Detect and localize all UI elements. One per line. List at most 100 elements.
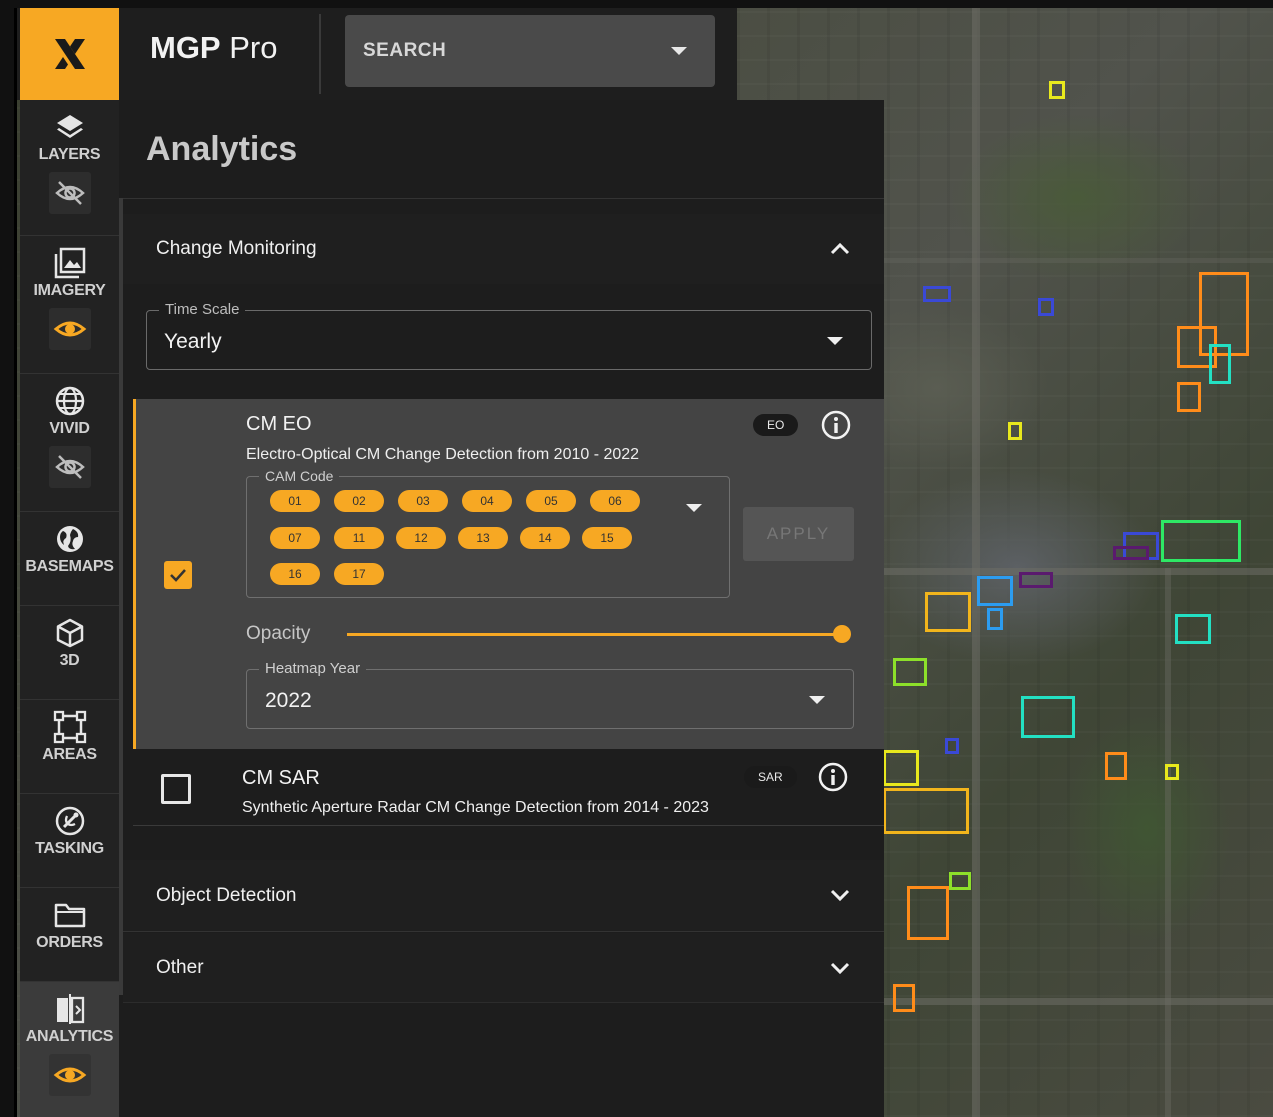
time-scale-select[interactable]: Time Scale Yearly xyxy=(146,301,872,370)
cam-chip[interactable]: 16 xyxy=(270,563,320,585)
cam-chip[interactable]: 15 xyxy=(582,527,632,549)
opacity-slider-handle[interactable] xyxy=(833,625,851,643)
analytics-panel: Analytics Change Monitoring Time Scale Y… xyxy=(119,100,884,1117)
divider xyxy=(119,198,884,199)
detection-box[interactable] xyxy=(1049,81,1065,99)
nav-label: LAYERS xyxy=(38,146,101,163)
cam-chip[interactable]: 17 xyxy=(334,563,384,585)
cm-eo-title: CM EO xyxy=(246,413,312,435)
cam-chip[interactable]: 02 xyxy=(334,490,384,512)
chevron-up-icon xyxy=(830,240,850,262)
sar-badge: SAR xyxy=(744,766,797,788)
detection-box[interactable] xyxy=(893,984,915,1012)
change-monitoring-header[interactable]: Change Monitoring xyxy=(123,214,884,284)
eye-icon[interactable] xyxy=(48,308,91,350)
nav-orders[interactable]: ORDERS xyxy=(20,888,119,982)
nav-analytics[interactable]: ANALYTICS xyxy=(20,982,119,1117)
page-title: Analytics xyxy=(146,130,298,168)
detection-box[interactable] xyxy=(987,608,1003,630)
cam-chip[interactable]: 13 xyxy=(458,527,508,549)
nav-label: VIVID xyxy=(49,420,90,437)
detection-box[interactable] xyxy=(923,286,951,302)
cam-chip[interactable]: 12 xyxy=(396,527,446,549)
nav-basemaps[interactable]: BASEMAPS xyxy=(20,512,119,606)
cam-chip[interactable]: 04 xyxy=(462,490,512,512)
chevron-down-icon xyxy=(671,47,687,55)
detection-box[interactable] xyxy=(1021,696,1075,738)
cam-chip[interactable]: 11 xyxy=(334,527,384,549)
detection-box[interactable] xyxy=(1175,614,1211,644)
nav-label: AREAS xyxy=(42,746,97,763)
detection-box[interactable] xyxy=(1161,520,1241,562)
detection-box[interactable] xyxy=(945,738,959,754)
cam-chip[interactable]: 06 xyxy=(590,490,640,512)
x-logo-icon[interactable] xyxy=(20,8,119,100)
search-label: SEARCH xyxy=(363,40,447,61)
imagery-icon xyxy=(53,246,87,280)
cm-sar-title: CM SAR xyxy=(242,767,320,789)
chevron-down-icon xyxy=(827,337,843,345)
detection-box[interactable] xyxy=(1019,572,1053,588)
nav-areas[interactable]: AREAS xyxy=(20,700,119,794)
nav-3d[interactable]: 3D xyxy=(20,606,119,700)
detection-box[interactable] xyxy=(1105,752,1127,780)
cam-code-label: CAM Code xyxy=(259,468,340,484)
cam-code-select[interactable]: CAM Code 01 02 03 04 05 06 07 11 12 13 1… xyxy=(246,468,730,598)
nav-layers[interactable]: LAYERS xyxy=(20,100,119,236)
chevron-down-icon[interactable] xyxy=(686,504,702,512)
nav-imagery[interactable]: IMAGERY xyxy=(20,236,119,374)
layers-icon xyxy=(55,110,85,144)
chevron-down-icon xyxy=(830,959,850,981)
cm-eo-card: CM EO Electro-Optical CM Change Detectio… xyxy=(133,399,884,749)
top-bar: MGP Pro SEARCH xyxy=(17,8,737,100)
nav-vivid[interactable]: VIVID xyxy=(20,374,119,512)
opacity-label: Opacity xyxy=(246,623,311,644)
eye-off-icon[interactable] xyxy=(48,172,91,214)
other-header[interactable]: Other xyxy=(123,933,884,1003)
info-icon[interactable] xyxy=(818,762,848,792)
cm-sar-checkbox[interactable] xyxy=(161,774,191,804)
cm-eo-description: Electro-Optical CM Change Detection from… xyxy=(246,446,640,463)
detection-box[interactable] xyxy=(883,750,919,786)
detection-box[interactable] xyxy=(1008,422,1022,440)
eo-badge: EO xyxy=(753,414,799,436)
cam-chip[interactable]: 05 xyxy=(526,490,576,512)
cam-chip[interactable]: 07 xyxy=(270,527,320,549)
left-nav: LAYERS IMAGERY VIVID BASEMAPS 3D AREAS T… xyxy=(20,100,119,1117)
cm-sar-description: Synthetic Aperture Radar CM Change Detec… xyxy=(242,799,709,816)
divider xyxy=(319,14,321,94)
detection-box[interactable] xyxy=(883,788,969,834)
cm-eo-checkbox[interactable] xyxy=(164,561,192,589)
cam-chip[interactable]: 03 xyxy=(398,490,448,512)
opacity-slider-track[interactable] xyxy=(347,633,841,636)
detection-box[interactable] xyxy=(977,576,1013,606)
heatmap-year-select[interactable]: Heatmap Year 2022 xyxy=(246,660,854,729)
cam-chip[interactable]: 01 xyxy=(270,490,320,512)
nav-label: 3D xyxy=(59,652,80,669)
detection-box[interactable] xyxy=(1038,298,1054,316)
areas-icon xyxy=(53,710,87,744)
chevron-down-icon xyxy=(830,886,850,908)
detection-box[interactable] xyxy=(1209,344,1231,384)
nav-tasking[interactable]: TASKING xyxy=(20,794,119,888)
eye-icon[interactable] xyxy=(48,1054,91,1096)
section-label: Other xyxy=(156,956,204,978)
search-dropdown[interactable]: SEARCH xyxy=(345,15,715,87)
detection-box[interactable] xyxy=(949,872,971,890)
cube-icon xyxy=(54,616,86,650)
time-scale-label: Time Scale xyxy=(159,301,246,318)
detection-box[interactable] xyxy=(1177,382,1201,412)
apply-button[interactable]: APPLY xyxy=(743,507,854,561)
detection-box[interactable] xyxy=(925,592,971,632)
detection-box[interactable] xyxy=(1165,764,1179,780)
nav-label: IMAGERY xyxy=(33,282,106,299)
detection-box[interactable] xyxy=(1113,546,1149,560)
info-icon[interactable] xyxy=(821,410,851,440)
object-detection-header[interactable]: Object Detection xyxy=(123,860,884,932)
eye-off-icon[interactable] xyxy=(48,446,91,488)
app-title: MGP Pro xyxy=(150,30,278,66)
detection-box[interactable] xyxy=(907,886,949,940)
detection-box[interactable] xyxy=(893,658,927,686)
section-label: Object Detection xyxy=(156,884,297,906)
cam-chip[interactable]: 14 xyxy=(520,527,570,549)
